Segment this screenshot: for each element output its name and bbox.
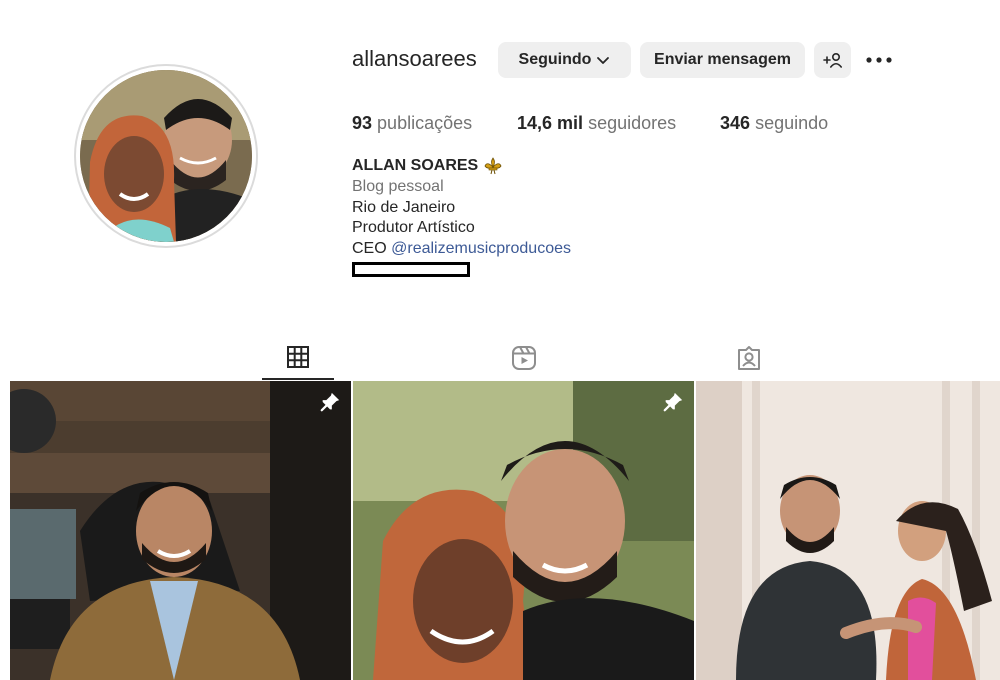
redacted-link-box: [352, 262, 470, 277]
profile-avatar[interactable]: [80, 70, 252, 242]
suggest-users-button[interactable]: [814, 42, 851, 78]
post-thumbnail[interactable]: [353, 381, 694, 680]
following-button[interactable]: Seguindo: [498, 42, 631, 78]
tab-posts[interactable]: [262, 336, 334, 380]
post-photo-event: [696, 381, 1000, 680]
post-photo-couple: [353, 381, 694, 680]
grid-icon: [287, 346, 309, 368]
send-message-button[interactable]: Enviar mensagem: [640, 42, 805, 78]
avatar-photo: [80, 70, 252, 242]
tagged-icon: [738, 346, 760, 370]
chevron-down-icon: [597, 57, 610, 64]
bio-line-city: Rio de Janeiro: [352, 199, 456, 216]
bio-line-job: Produtor Artístico: [352, 219, 475, 236]
posts-label: publicações: [377, 113, 473, 133]
reels-icon: [512, 346, 536, 370]
fleur-de-lis-icon: [484, 157, 502, 175]
post-thumbnail[interactable]: [696, 381, 1000, 680]
followers-count: 14,6 mil: [517, 113, 584, 133]
pin-icon: [320, 392, 340, 412]
profile-avatar-ring[interactable]: [74, 64, 258, 248]
bio-full-name: ALLAN SOARES: [352, 156, 502, 176]
ceo-prefix: CEO: [352, 240, 387, 257]
pin-icon: [663, 392, 683, 412]
tab-tagged[interactable]: [713, 336, 785, 380]
post-photo-studio: [10, 381, 351, 680]
profile-username: allansoarees: [352, 46, 477, 71]
bio-line-ceo: CEO @realizemusicproducoes: [352, 239, 571, 259]
full-name-text: ALLAN SOARES: [352, 157, 479, 174]
posts-count-stat: 93 publicações: [352, 113, 472, 134]
send-message-button-label: Enviar mensagem: [654, 51, 791, 68]
mention-link[interactable]: @realizemusicproducoes: [391, 240, 571, 257]
following-count: 346: [720, 113, 751, 133]
tab-reels[interactable]: [488, 336, 560, 380]
followers-label: seguidores: [588, 113, 677, 133]
following-count-stat[interactable]: 346 seguindo: [720, 113, 828, 134]
post-thumbnail[interactable]: [10, 381, 351, 680]
add-user-icon: [822, 52, 842, 68]
bio-category: Blog pessoal: [352, 178, 444, 195]
posts-count: 93: [352, 113, 373, 133]
more-dots-icon: [866, 57, 892, 63]
following-label: seguindo: [755, 113, 829, 133]
more-options-button[interactable]: [864, 46, 894, 74]
followers-count-stat[interactable]: 14,6 mil seguidores: [517, 113, 676, 134]
following-button-label: Seguindo: [518, 51, 592, 68]
